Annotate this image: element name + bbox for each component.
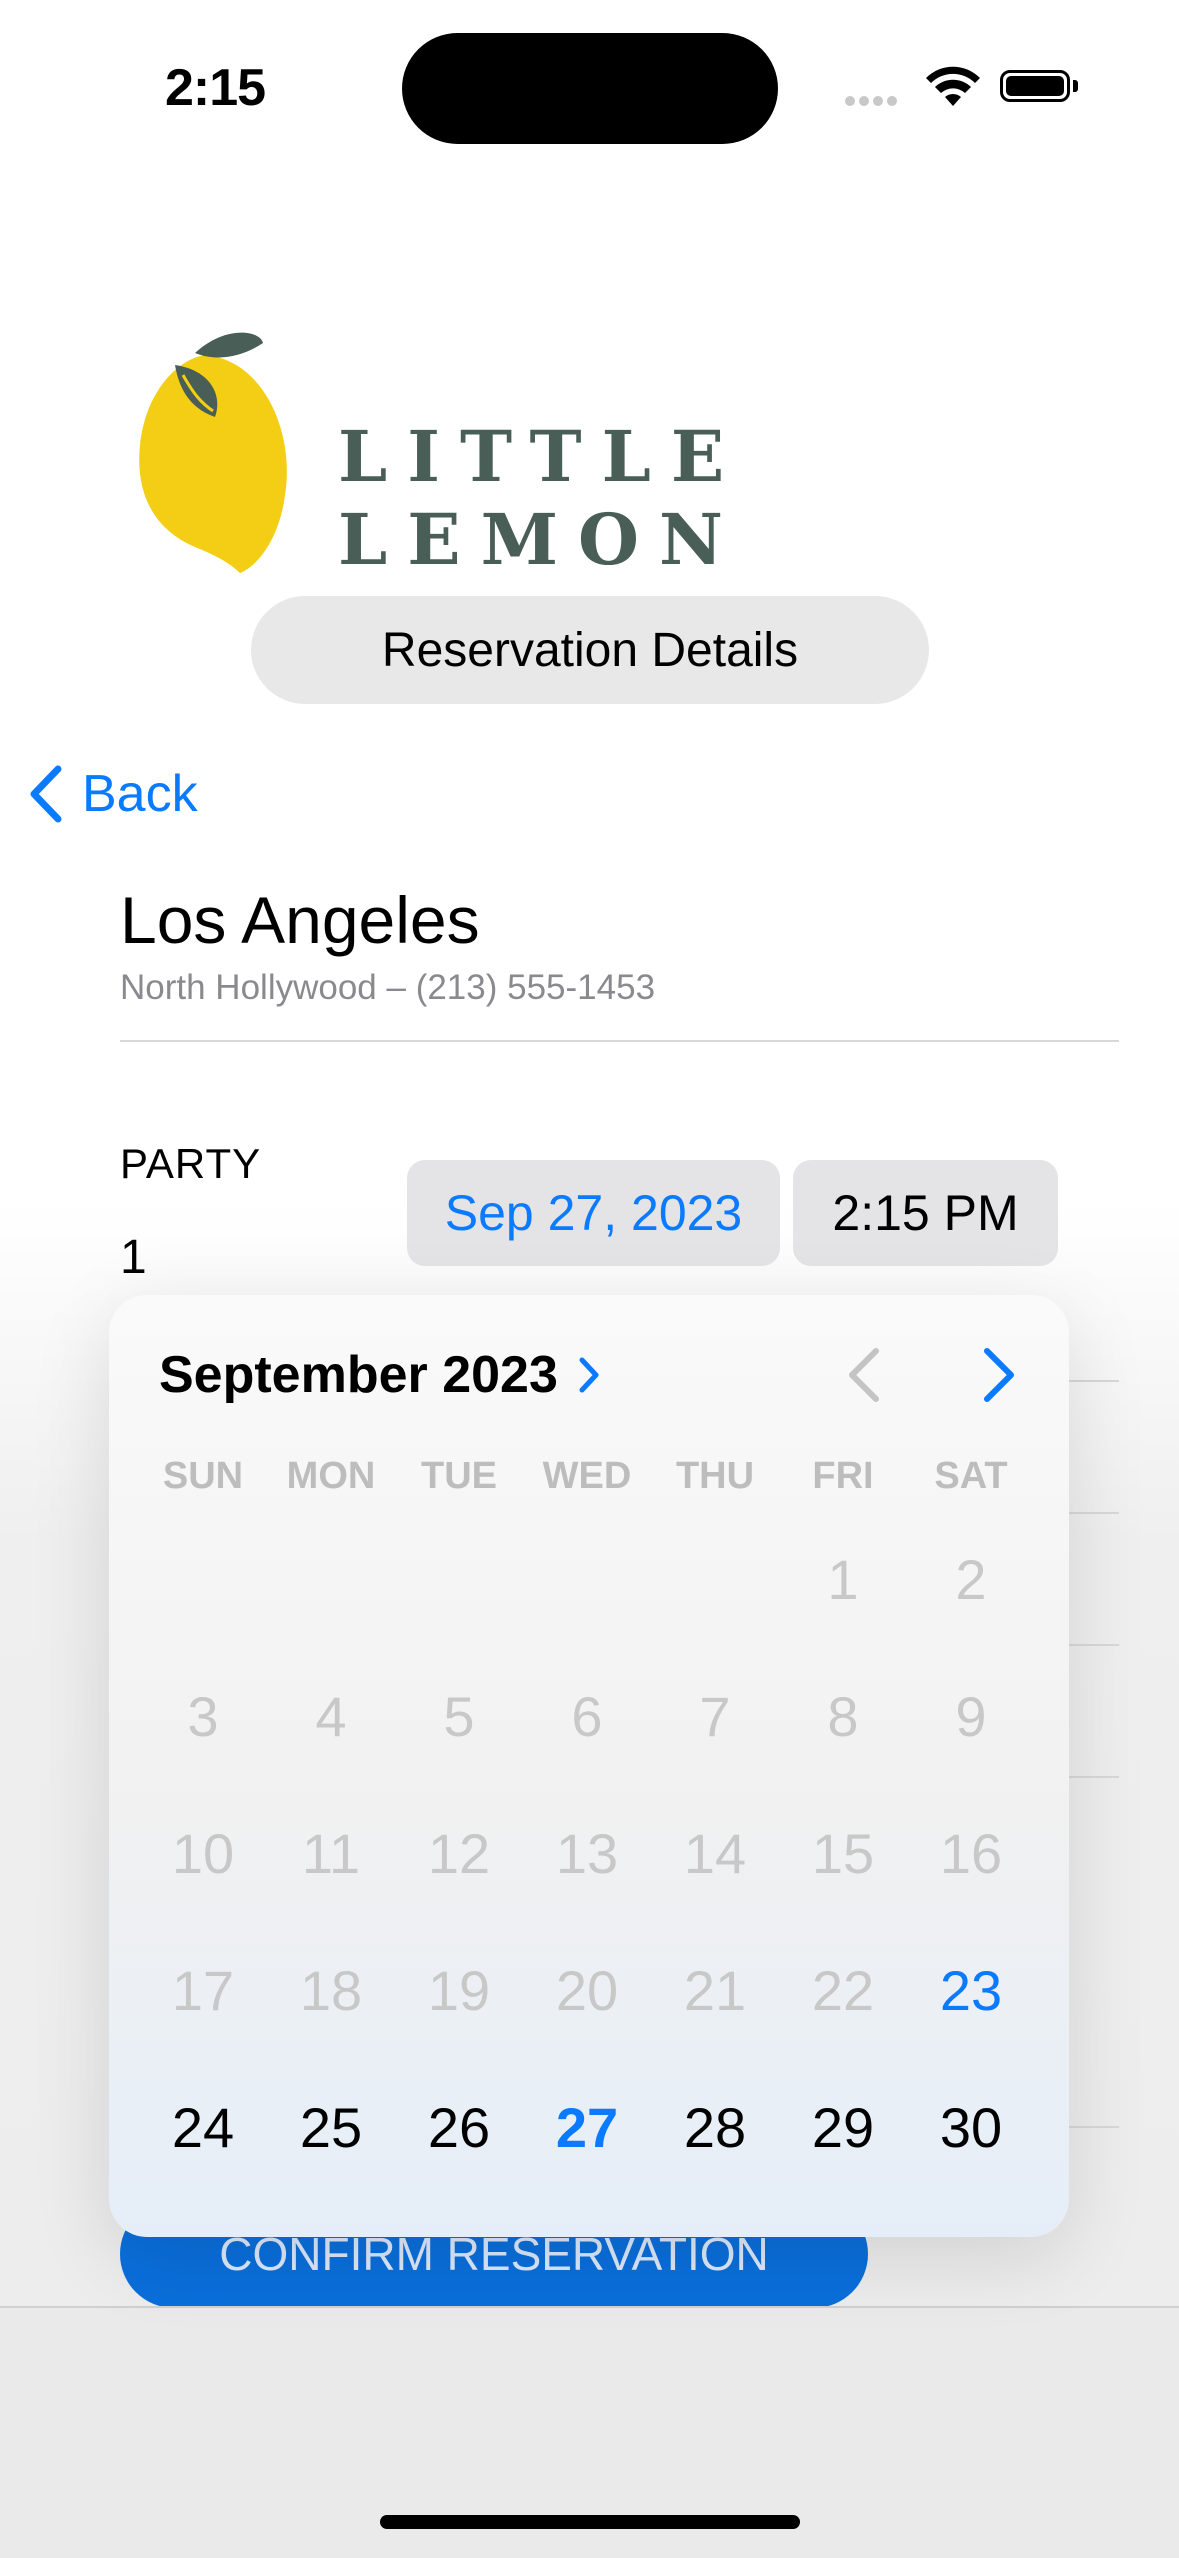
calendar-day-disabled: 9: [955, 1684, 987, 1748]
weekday-label: THU: [675, 1455, 755, 1497]
weekday-label: TUE: [421, 1455, 497, 1497]
month-year-button[interactable]: September 2023: [159, 1345, 600, 1405]
calendar-day-disabled: 17: [171, 1958, 235, 2022]
date-picker-button[interactable]: Sep 27, 2023: [407, 1160, 780, 1266]
back-button[interactable]: Back: [28, 764, 198, 824]
next-month-button[interactable]: [979, 1345, 1019, 1410]
wifi-icon: [925, 66, 981, 113]
weekday-label: SAT: [934, 1455, 1008, 1497]
calendar-day-disabled: 14: [683, 1821, 747, 1885]
calendar-day-disabled: 6: [571, 1684, 603, 1748]
calendar-day-disabled: 13: [555, 1821, 619, 1885]
calendar-day[interactable]: 25: [267, 2063, 395, 2191]
calendar-day-disabled: 16: [939, 1821, 1003, 1885]
calendar-day-disabled: 12: [427, 1821, 491, 1885]
time-picker-button[interactable]: 2:15 PM: [793, 1160, 1058, 1266]
party-label: PARTY: [120, 1140, 262, 1187]
chevron-left-icon: [849, 1348, 879, 1402]
location-subtitle: North Hollywood – (213) 555-1453: [120, 968, 656, 1007]
weekday-header: SUN MON TUE WED THU FRI SAT: [109, 1455, 1069, 1498]
previous-month-button[interactable]: [844, 1345, 884, 1410]
chevron-left-icon: [30, 765, 62, 823]
calendar-day-disabled: 4: [315, 1684, 347, 1748]
divider: [1069, 1776, 1119, 1778]
calendar-day-selected[interactable]: 27: [523, 2063, 651, 2191]
lemon-logo-icon: [135, 325, 295, 580]
date-picker-popover: September 2023 SUN MON TUE WED THU FRI SAT 123…: [109, 1295, 1069, 2237]
calendar-day-disabled: 18: [299, 1958, 363, 2022]
calendar-day-disabled: 1: [827, 1547, 859, 1611]
status-time: 2:15: [165, 59, 266, 117]
location-city: Los Angeles: [120, 883, 480, 957]
weekday-label: FRI: [812, 1455, 874, 1497]
calendar-day[interactable]: 26: [395, 2063, 523, 2191]
cellular-signal-icon: [845, 93, 901, 111]
divider: [1069, 1380, 1119, 1382]
calendar-day[interactable]: 24: [139, 2063, 267, 2191]
calendar-day-disabled: 21: [683, 1958, 747, 2022]
calendar-day-disabled: 3: [187, 1684, 219, 1748]
calendar-day-disabled: 19: [427, 1958, 491, 2022]
calendar-day-disabled: 8: [827, 1684, 859, 1748]
battery-cap: [1073, 80, 1078, 92]
divider: [1069, 1512, 1119, 1514]
calendar-day-disabled: 15: [811, 1821, 875, 1885]
chevron-right-icon: [579, 1357, 599, 1393]
calendar-day[interactable]: 28: [651, 2063, 779, 2191]
month-label: September 2023: [159, 1346, 558, 1404]
calendar-day-today[interactable]: 23: [907, 1926, 1035, 2054]
weekday-label: SUN: [162, 1455, 244, 1497]
calendar-day-disabled: 2: [955, 1547, 987, 1611]
party-value[interactable]: 1: [120, 1230, 147, 1285]
brand-name: LITTLE LEMON: [338, 415, 745, 581]
weekday-label: MON: [286, 1455, 376, 1497]
dynamic-island: [402, 33, 778, 144]
calendar-day-disabled: 10: [171, 1821, 235, 1885]
calendar-day-disabled: 11: [301, 1821, 361, 1885]
back-label: Back: [82, 765, 198, 823]
calendar-day[interactable]: 30: [907, 2063, 1035, 2191]
calendar-day-disabled: 5: [443, 1684, 475, 1748]
divider: [120, 1040, 1119, 1042]
home-indicator[interactable]: [380, 2515, 800, 2529]
weekday-label: WED: [542, 1455, 632, 1497]
calendar-day-disabled: 20: [555, 1958, 619, 2022]
battery-icon: [1000, 70, 1070, 102]
divider: [1069, 1644, 1119, 1646]
calendar-day[interactable]: 29: [779, 2063, 907, 2191]
calendar-day-disabled: 22: [811, 1958, 875, 2022]
chevron-right-icon: [984, 1348, 1014, 1402]
divider: [1069, 2126, 1119, 2128]
calendar-day-disabled: 7: [699, 1684, 731, 1748]
page-title: Reservation Details: [251, 596, 929, 704]
